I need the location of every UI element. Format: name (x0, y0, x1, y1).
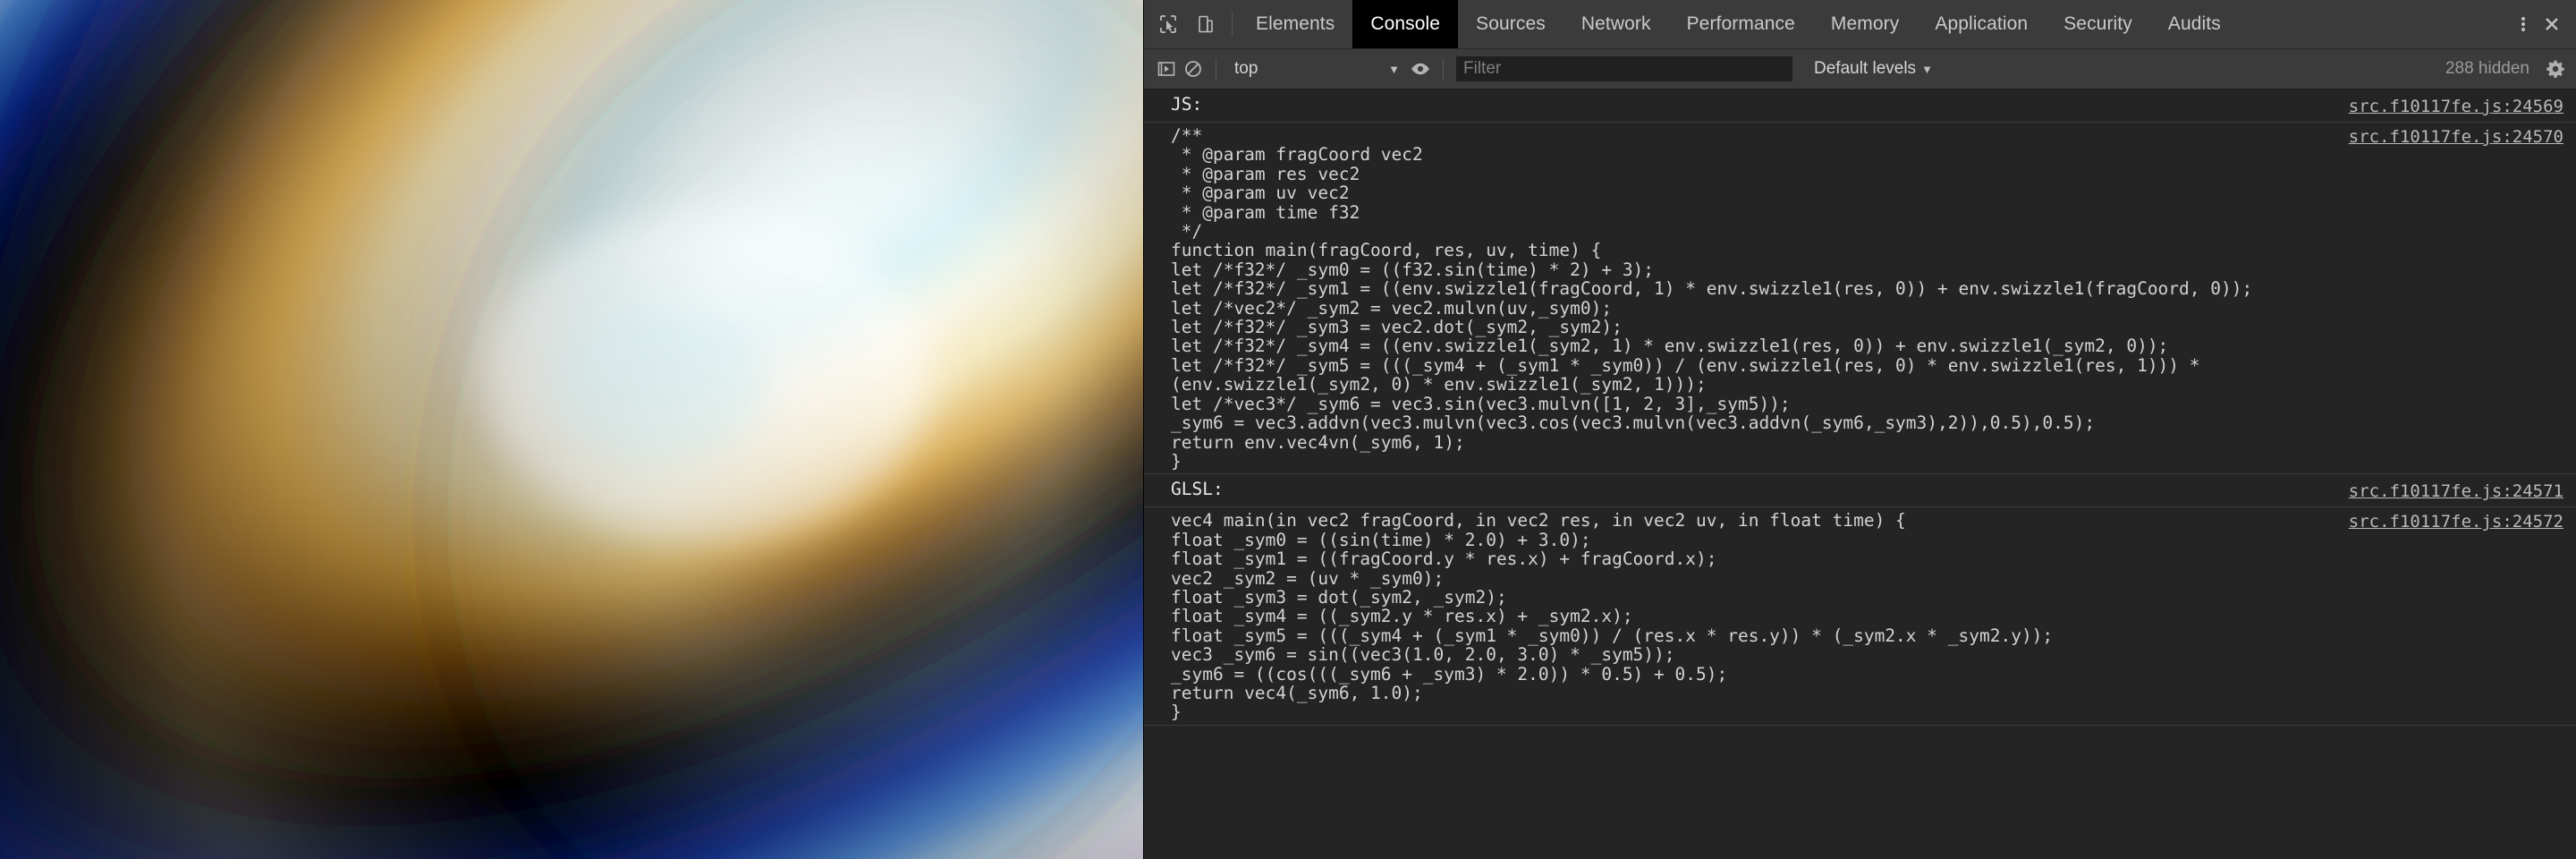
devtools-window: Elements Console Sources Network Perform… (0, 0, 2576, 859)
console-label-glsl: GLSL: (1171, 480, 1224, 498)
tabbar-left-icons (1144, 0, 1226, 48)
source-link-js-label[interactable]: src.f10117fe.js:24569 (2349, 95, 2563, 116)
more-options-icon[interactable] (2512, 13, 2535, 36)
tab-security[interactable]: Security (2046, 0, 2150, 48)
console-message-glsl-label[interactable]: GLSL: src.f10117fe.js:24571 (1144, 474, 2576, 507)
close-devtools-icon[interactable] (2540, 13, 2563, 36)
console-message-glsl-code[interactable]: vec4 main(in vec2 fragCoord, in vec2 res… (1144, 507, 2576, 725)
inspect-element-icon[interactable] (1157, 13, 1180, 36)
source-link-glsl-label[interactable]: src.f10117fe.js:24571 (2349, 480, 2563, 501)
no-entry-icon-glyph (1183, 59, 1203, 79)
tab-performance[interactable]: Performance (1669, 0, 1813, 48)
devtools-tabbar: Elements Console Sources Network Perform… (1144, 0, 2576, 49)
console-message-js-code[interactable]: /** * @param fragCoord vec2 * @param res… (1144, 123, 2576, 474)
log-levels-select[interactable]: Default levels ▼ (1814, 59, 1933, 79)
devtools-panel: Elements Console Sources Network Perform… (1143, 0, 2576, 859)
tabbar-divider (1232, 13, 1233, 36)
console-code-glsl: vec4 main(in vec2 fragCoord, in vec2 res… (1171, 510, 2331, 721)
chevron-down-icon: ▼ (1388, 63, 1400, 76)
tab-elements[interactable]: Elements (1238, 0, 1352, 48)
tab-memory[interactable]: Memory (1813, 0, 1917, 48)
console-filter-toolbar: top ▼ Default levels ▼ 288 hidden (1144, 49, 2576, 89)
device-toolbar-icon-glyph (1196, 14, 1216, 34)
shader-preview-pane[interactable] (0, 0, 1143, 859)
device-toolbar-icon[interactable] (1194, 13, 1217, 36)
gear-icon-glyph (2546, 59, 2565, 79)
devtools-tabs: Elements Console Sources Network Perform… (1238, 0, 2495, 48)
source-link-js-code[interactable]: src.f10117fe.js:24570 (2349, 125, 2563, 147)
show-console-sidebar-icon[interactable] (1153, 55, 1180, 82)
log-levels-label: Default levels (1814, 59, 1916, 79)
live-expression-icon[interactable] (1407, 55, 1434, 82)
execution-context-value: top (1234, 59, 1258, 79)
clear-console-icon[interactable] (1180, 55, 1207, 82)
toolbar-divider-2 (1443, 58, 1444, 80)
sidebar-toggle-icon-glyph (1157, 59, 1176, 79)
tab-network[interactable]: Network (1563, 0, 1669, 48)
tab-console[interactable]: Console (1352, 0, 1458, 48)
inspect-element-icon-glyph (1158, 14, 1178, 34)
tab-application[interactable]: Application (1917, 0, 2046, 48)
tab-sources[interactable]: Sources (1458, 0, 1563, 48)
eye-icon-glyph (1410, 59, 1431, 79)
kebab-menu-icon-glyph (2521, 14, 2526, 34)
console-code-js: /** * @param fragCoord vec2 * @param res… (1171, 125, 2331, 471)
console-message-js-label[interactable]: JS: src.f10117fe.js:24569 (1144, 89, 2576, 123)
tabbar-right-controls (2495, 0, 2576, 48)
console-label-js: JS: (1171, 95, 1202, 114)
gear-icon[interactable] (2542, 55, 2569, 82)
filter-input[interactable] (1456, 56, 1792, 81)
execution-context-select[interactable]: top ▼ (1225, 59, 1407, 79)
close-icon-glyph (2542, 14, 2562, 34)
tab-audits[interactable]: Audits (2150, 0, 2239, 48)
hidden-messages-count: 288 hidden (2445, 59, 2529, 79)
source-link-glsl-code[interactable]: src.f10117fe.js:24572 (2349, 510, 2563, 532)
console-message-list[interactable]: JS: src.f10117fe.js:24569 /** * @param f… (1144, 89, 2576, 859)
webgl-shader-output[interactable] (0, 0, 1143, 859)
chevron-down-icon-levels: ▼ (1921, 63, 1933, 76)
